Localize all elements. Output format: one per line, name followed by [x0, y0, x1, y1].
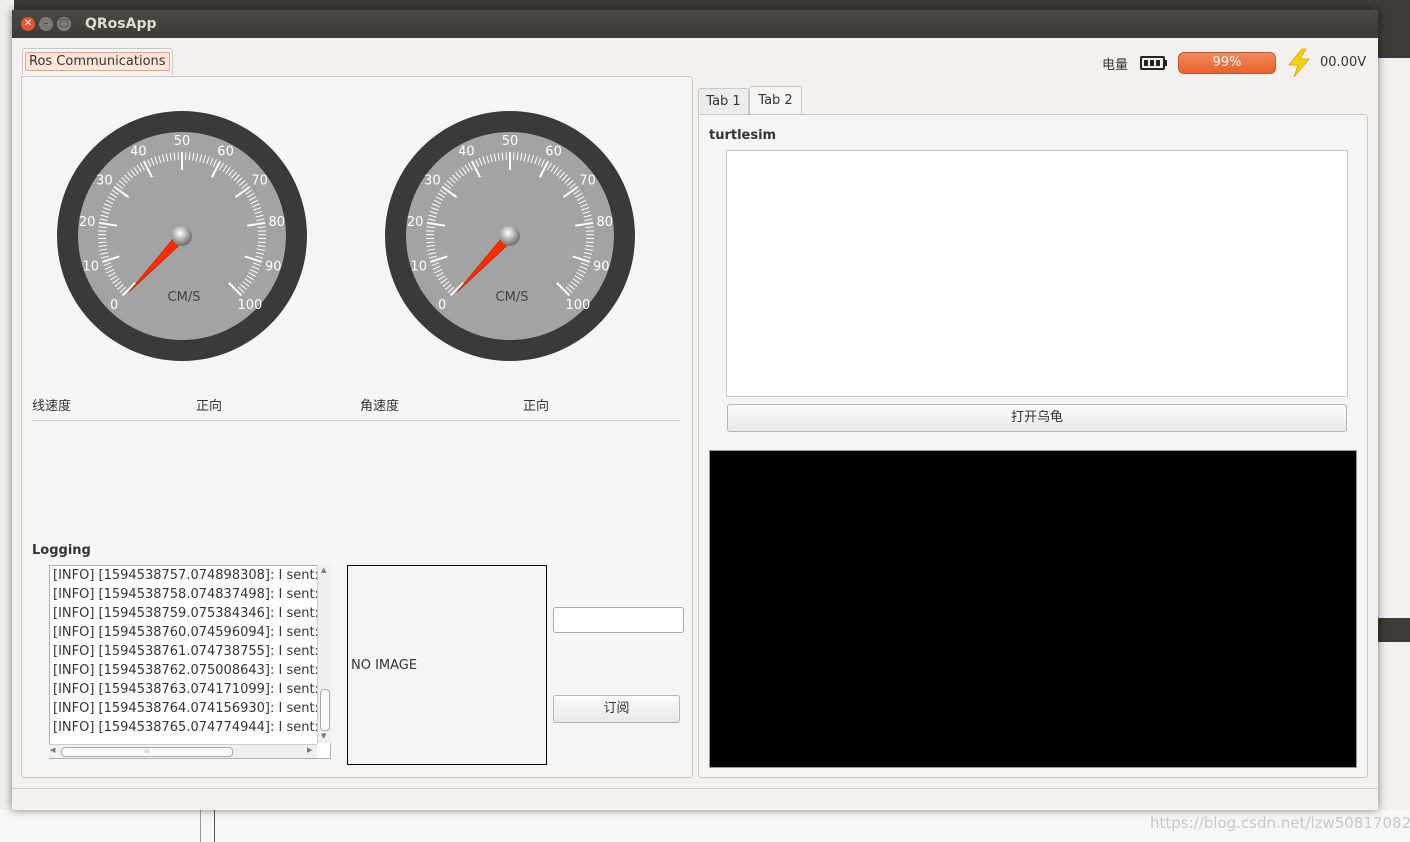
- gauge-tick-label: 90: [593, 260, 610, 275]
- scroll-grip: ⁞⁞⁞: [144, 748, 150, 755]
- log-line[interactable]: [INFO] [1594538757.074898308]: I sent:: [50, 566, 330, 585]
- minimize-button[interactable]: –: [39, 17, 53, 31]
- gauge-tick-label: 30: [424, 174, 441, 189]
- gauge-hub: [500, 226, 520, 246]
- status-bar: [12, 788, 1378, 789]
- gauge-unit-label: CM/S: [168, 290, 201, 305]
- scroll-thumb[interactable]: ⁞⁞⁞: [61, 747, 233, 757]
- maximize-button[interactable]: □: [57, 17, 71, 31]
- log-line[interactable]: [INFO] [1594538765.074774944]: I sent:: [50, 718, 330, 737]
- gauge-tick-label: 50: [174, 134, 191, 149]
- watermark: https://blog.csdn.net/lzw508170827: [1150, 814, 1410, 832]
- topic-input[interactable]: [553, 607, 684, 633]
- tab-2-panel: turtlesim 打开乌龟: [698, 114, 1368, 778]
- scroll-right-icon[interactable]: ▶: [307, 746, 312, 754]
- log-vertical-scrollbar[interactable]: ▲ ▼: [317, 565, 331, 743]
- gauge-tick-label: 60: [545, 144, 562, 159]
- gauge-minor-tick: [257, 230, 266, 232]
- turtlesim-area: [726, 150, 1348, 397]
- no-image-text: NO IMAGE: [351, 658, 418, 673]
- gauge-tick-label: 100: [565, 298, 590, 313]
- video-display: [709, 450, 1357, 768]
- gauge-tick-label: 90: [265, 260, 282, 275]
- gauge-tick-label: 80: [597, 215, 614, 230]
- gauge-tick-label: 30: [96, 174, 113, 189]
- gauge-tick-label: 20: [79, 215, 96, 230]
- scroll-up-icon[interactable]: ▲: [321, 566, 326, 574]
- subscribe-button[interactable]: 订阅: [553, 695, 680, 723]
- tab-1[interactable]: Tab 1: [698, 88, 749, 116]
- desktop-right-panel: [1378, 10, 1410, 58]
- gauge-tick-label: 50: [502, 134, 519, 149]
- log-line[interactable]: [INFO] [1594538760.074596094]: I sent:: [50, 623, 330, 642]
- logging-title: Logging: [32, 543, 91, 558]
- gauge-tick-label: 70: [579, 174, 596, 189]
- voltage-value: 00.00V: [1320, 55, 1367, 70]
- desktop-divider: [214, 810, 215, 842]
- battery-icon: [1140, 56, 1167, 70]
- image-panel: NO IMAGE: [347, 565, 547, 765]
- gauge-tick-label: 40: [458, 144, 475, 159]
- linear-speed-gauge: 0 10 20 30 40 50 60 70 80 90 100 CM/S: [57, 111, 307, 361]
- gauge-tick-label: 10: [410, 260, 427, 275]
- desktop-top-bar: [0, 0, 1410, 10]
- gauge-tick-label: 20: [407, 215, 424, 230]
- turtlesim-title: turtlesim: [709, 128, 777, 143]
- gauge-minor-tick: [426, 230, 435, 232]
- gauge-tick-label: 100: [237, 298, 262, 313]
- linear-direction-label: 正向: [196, 399, 223, 414]
- log-line[interactable]: [INFO] [1594538763.074171099]: I sent:: [50, 680, 330, 699]
- separator: [32, 420, 680, 421]
- gauge-minor-tick: [426, 241, 435, 244]
- scroll-down-icon[interactable]: ▼: [321, 732, 326, 740]
- title-bar: ✕ – □ QRosApp: [12, 10, 1378, 38]
- tab-ros-communications[interactable]: Ros Communications: [22, 48, 173, 75]
- gauge-tick-label: 80: [269, 215, 286, 230]
- tab-2[interactable]: Tab 2: [749, 86, 802, 115]
- battery-level-bar: 99%: [1178, 52, 1276, 74]
- lightning-icon: [1288, 48, 1310, 78]
- log-line[interactable]: [INFO] [1594538759.075384346]: I sent:: [50, 604, 330, 623]
- gauge-unit-label: CM/S: [496, 290, 529, 305]
- gauge-tick-label: 40: [130, 144, 147, 159]
- gauge-tick-label: 0: [438, 298, 446, 313]
- log-line[interactable]: [INFO] [1594538764.074156930]: I sent:: [50, 699, 330, 718]
- logging-list[interactable]: [INFO] [1594538757.074898308]: I sent: [I…: [49, 565, 331, 759]
- window-title: QRosApp: [85, 16, 157, 32]
- close-button[interactable]: ✕: [21, 17, 35, 31]
- log-line[interactable]: [INFO] [1594538761.074738755]: I sent:: [50, 642, 330, 661]
- log-line[interactable]: [INFO] [1594538758.074837498]: I sent:: [50, 585, 330, 604]
- linear-speed-label: 线速度: [32, 399, 72, 414]
- battery-label: 电量: [1102, 58, 1129, 73]
- scroll-left-icon[interactable]: ◀: [50, 746, 55, 754]
- gauge-minor-tick: [98, 230, 107, 232]
- open-turtle-button[interactable]: 打开乌龟: [727, 404, 1347, 432]
- scroll-thumb[interactable]: [320, 689, 330, 731]
- gauge-tick-label: 70: [251, 174, 268, 189]
- gauge-minor-tick: [585, 230, 594, 232]
- gauge-tick-label: 60: [217, 144, 234, 159]
- gauge-minor-tick: [98, 241, 107, 244]
- gauge-minor-tick: [257, 241, 266, 244]
- desktop-divider: [200, 810, 201, 842]
- gauge-tick-label: 10: [82, 260, 99, 275]
- gauge-tick-label: 0: [110, 298, 118, 313]
- desktop-right-bar: [1378, 618, 1410, 642]
- angular-speed-label: 角速度: [360, 399, 400, 414]
- angular-direction-label: 正向: [523, 399, 550, 414]
- gauge-hub: [172, 226, 192, 246]
- ros-communications-panel: 0 10 20 30 40 50 60 70 80 90 100 CM/S 0 10 20 30 40 50 60…: [21, 76, 693, 778]
- main-window: ✕ – □ QRosApp Ros Communications 0 10 20 30…: [12, 10, 1378, 810]
- tab-label: Ros Communications: [25, 52, 170, 71]
- log-line[interactable]: [INFO] [1594538762.075008643]: I sent:: [50, 661, 330, 680]
- angular-speed-gauge: 0 10 20 30 40 50 60 70 80 90 100 CM/S: [385, 111, 635, 361]
- log-horizontal-scrollbar[interactable]: ◀ ⁞⁞⁞ ▶: [49, 744, 317, 758]
- gauge-minor-tick: [585, 241, 594, 244]
